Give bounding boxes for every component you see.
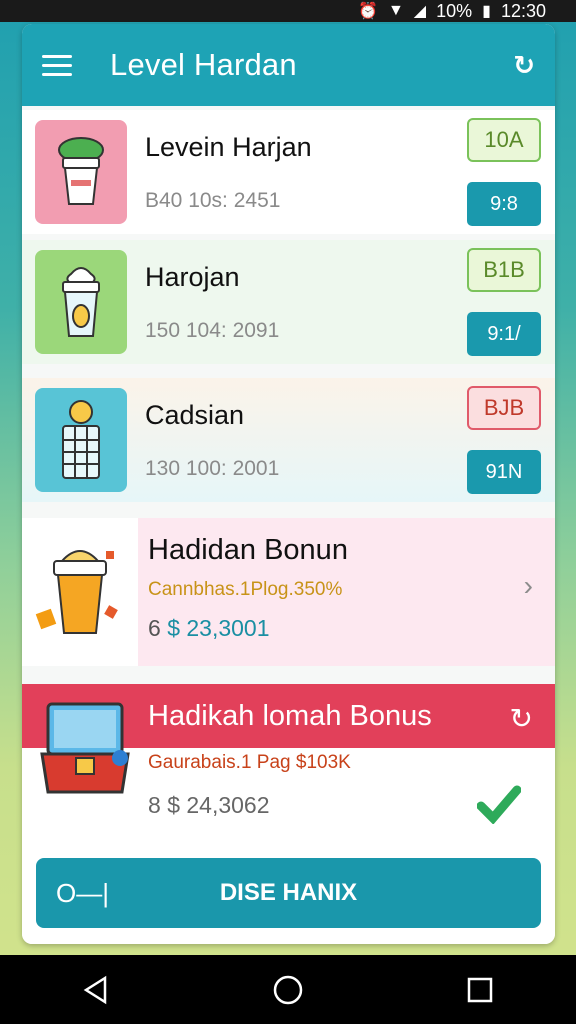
battery-text: 10% — [436, 0, 473, 21]
level-score-button[interactable]: 9:8 — [467, 182, 541, 226]
primary-action-button[interactable]: O—| DISE HANIX — [36, 858, 541, 928]
level-badge: B1B — [467, 248, 541, 292]
level-card[interactable]: Cadsian 130 100: 2001 BJB 91N — [22, 378, 555, 502]
big-bonus-subtitle: Gaurabais.1 Pag $103K — [148, 752, 351, 773]
action-label: DISE HANIX — [219, 879, 358, 906]
big-bonus-title: Hadikah lomah Bonus — [148, 699, 432, 732]
status-bar: ⏰ ▼ ◢ 10% ▮ 12:30 — [0, 0, 576, 22]
wifi-icon: ▼ — [387, 2, 404, 19]
key-icon: O—| — [56, 877, 109, 908]
level-card[interactable]: Levein Harjan B40 10s: 2451 10A 9:8 — [22, 110, 555, 234]
refresh-icon[interactable]: ↻ — [510, 702, 533, 735]
level-score-button[interactable]: 91N — [467, 450, 541, 494]
app-window: Level Hardan ↻ Levein Harjan B40 10s: 24… — [22, 24, 555, 944]
level-card[interactable]: Harojan 150 104: 2091 B1B 9:1/ — [22, 240, 555, 364]
recents-icon[interactable] — [450, 960, 510, 1020]
bonus-title: Hadidan Bonun — [148, 534, 348, 566]
checkmark-icon — [476, 784, 522, 829]
refresh-icon[interactable]: ↻ — [513, 50, 535, 81]
bonus-subtitle: Cannbhas.1Plog.350% — [148, 579, 343, 600]
big-bonus-amount: 8 $ 24,3062 — [148, 792, 270, 818]
signal-icon: ◢ — [413, 3, 427, 20]
bonus-drink-icon — [22, 518, 138, 666]
treasure-chest-icon — [36, 698, 136, 803]
drink-cup-icon — [35, 120, 127, 224]
clock: 12:30 — [500, 0, 546, 21]
menu-icon[interactable] — [42, 54, 72, 76]
big-bonus-card: Hadikah lomah Bonus ↻ Gaurabais.1 Pag $1… — [22, 684, 555, 944]
home-icon[interactable] — [258, 960, 318, 1020]
app-bar: Level Hardan ↻ — [22, 24, 555, 106]
app-title: Level Hardan — [110, 47, 297, 82]
bonus-amount: 6 $ 23,3001 — [148, 615, 270, 641]
battery-icon: ▮ — [482, 3, 491, 20]
level-badge: 10A — [467, 118, 541, 162]
system-nav-bar — [0, 955, 576, 1024]
chevron-right-icon[interactable]: › — [524, 570, 533, 602]
back-icon[interactable] — [66, 960, 126, 1020]
alarm-icon: ⏰ — [358, 3, 378, 20]
smoothie-cup-icon — [35, 250, 127, 354]
level-score-button[interactable]: 9:1/ — [467, 312, 541, 356]
bonus-card[interactable]: Hadidan Bonun Cannbhas.1Plog.350% 6 $ 23… — [22, 518, 555, 666]
level-badge: BJB — [467, 386, 541, 430]
calculator-icon — [35, 388, 127, 492]
